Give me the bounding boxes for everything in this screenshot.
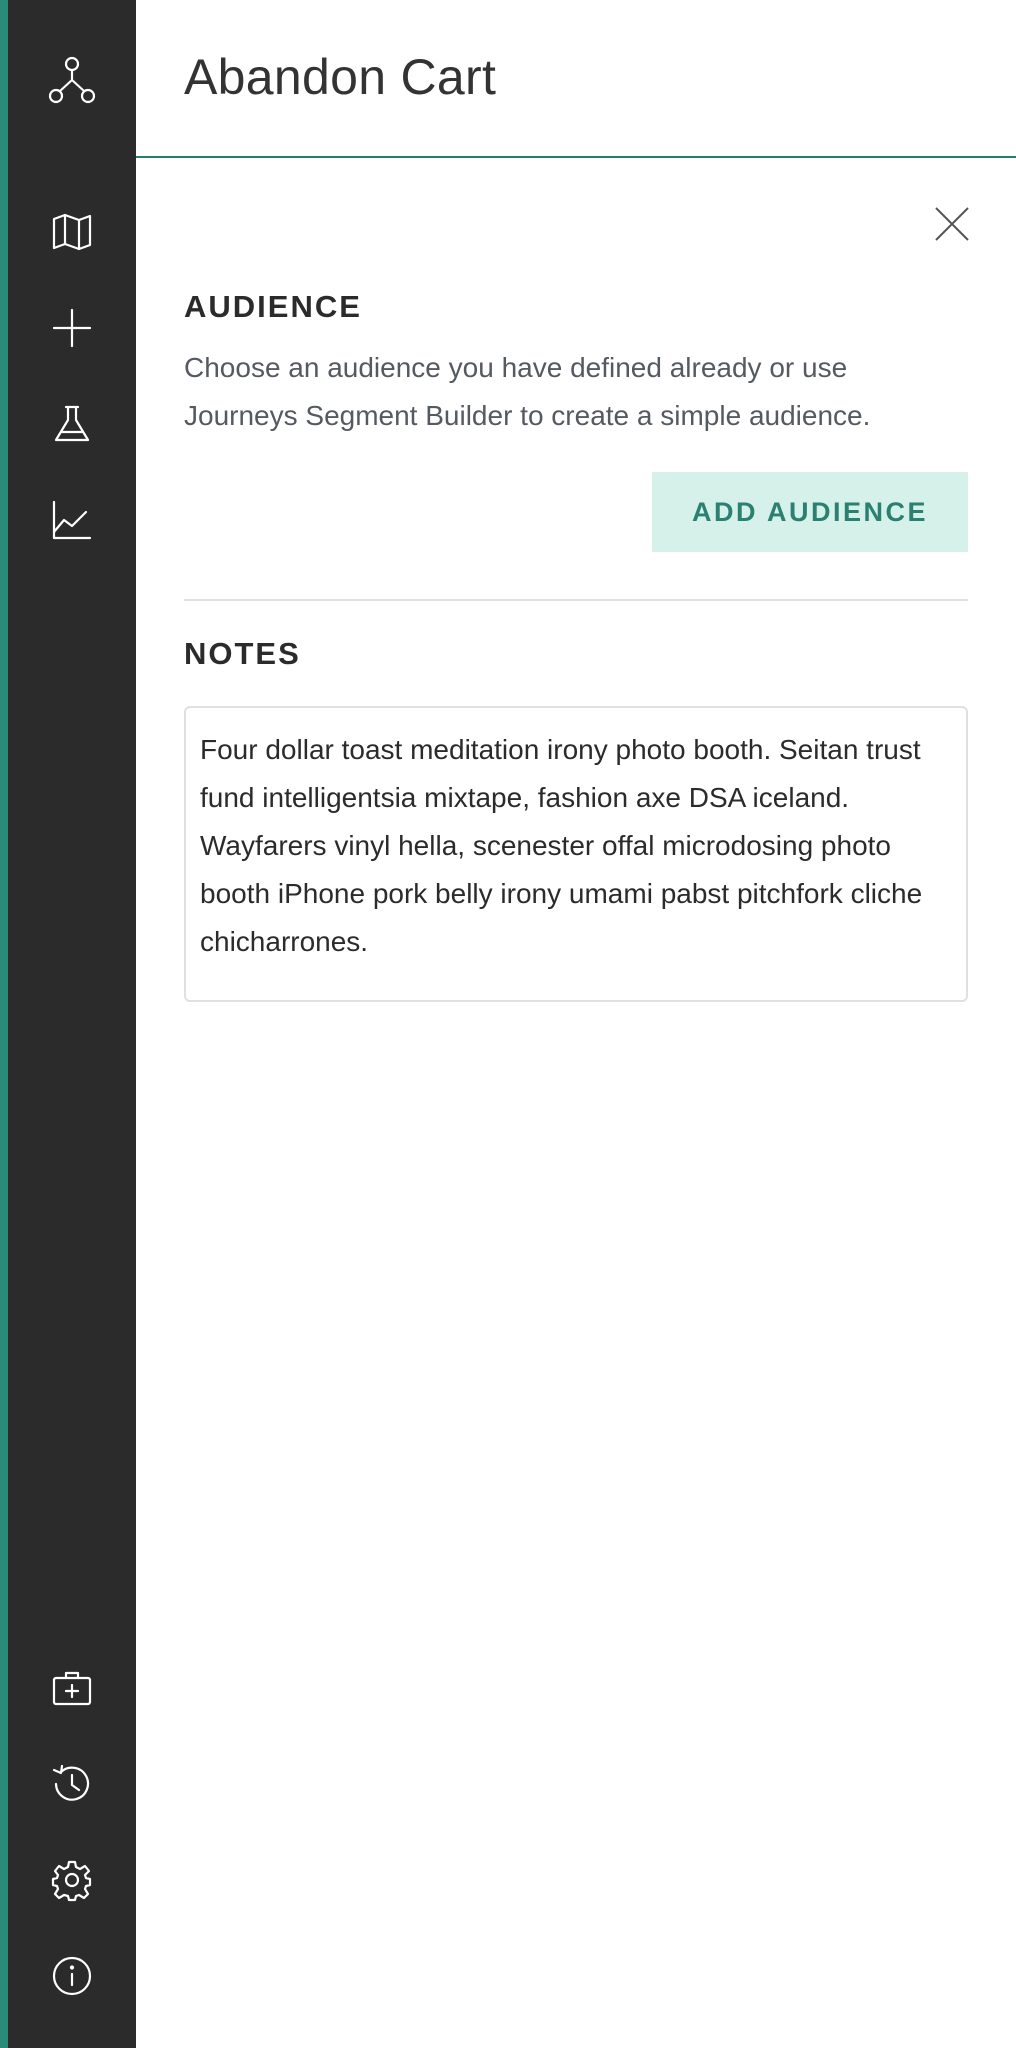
history-icon[interactable] <box>8 1748 136 1820</box>
audience-heading: AUDIENCE <box>184 289 362 324</box>
journeys-logo-icon[interactable] <box>8 44 136 116</box>
notes-heading: NOTES <box>184 636 301 671</box>
medical-kit-icon[interactable] <box>8 1652 136 1724</box>
sidebar-nav <box>8 0 136 2048</box>
notes-textarea[interactable]: Four dollar toast meditation irony photo… <box>184 706 968 1002</box>
experiment-flask-icon[interactable] <box>8 388 136 460</box>
journey-map-icon[interactable] <box>8 196 136 268</box>
add-audience-button[interactable]: ADD AUDIENCE <box>652 472 968 552</box>
settings-gear-icon[interactable] <box>8 1844 136 1916</box>
page-title: Abandon Cart <box>184 49 497 105</box>
add-icon[interactable] <box>8 292 136 364</box>
close-icon[interactable] <box>932 204 972 244</box>
info-icon[interactable] <box>8 1940 136 2012</box>
page-header: Abandon Cart <box>136 0 1016 158</box>
audience-description: Choose an audience you have defined alre… <box>184 352 871 431</box>
section-divider <box>184 599 968 601</box>
accent-strip <box>0 0 8 2048</box>
analytics-chart-icon[interactable] <box>8 484 136 556</box>
